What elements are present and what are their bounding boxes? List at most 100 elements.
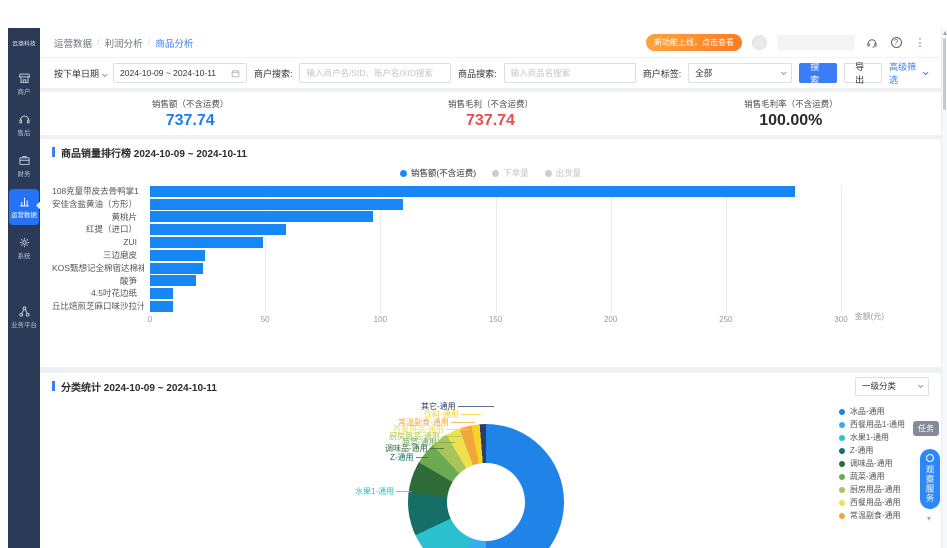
customer-service-icon[interactable] bbox=[865, 36, 879, 50]
storefront-icon bbox=[18, 72, 31, 85]
x-axis-tick: 100 bbox=[374, 315, 387, 324]
pie-legend-item[interactable]: 常温副食-通用 bbox=[839, 509, 905, 522]
pie-legend-item[interactable]: Z-通用 bbox=[839, 444, 905, 457]
pie-callout-label: Z-通用 bbox=[390, 452, 428, 463]
bar-chart: 108克量带皮去骨鸭掌1安佳含盐黄油（方形）黄桃片红提（进口）ZUI三边磨皮KO… bbox=[52, 185, 929, 335]
legend-label: 西餐用品-通用 bbox=[850, 497, 901, 508]
org-nodes-icon bbox=[18, 305, 31, 318]
breadcrumb-separator: / bbox=[97, 37, 100, 48]
sidebar: 云商科技 商户 售后 财务 运营数据 系统 bbox=[8, 28, 40, 548]
legend-label: 西餐用品1-通用 bbox=[850, 419, 905, 430]
pie-legend-item[interactable]: 厨房用品-通用 bbox=[839, 483, 905, 496]
avatar[interactable] bbox=[752, 35, 767, 50]
legend-scroll-down-icon[interactable]: ▾ bbox=[927, 514, 931, 523]
chevron-down-icon bbox=[918, 382, 924, 388]
bar[interactable] bbox=[150, 199, 403, 210]
x-axis-unit-label: 金额(元) bbox=[855, 311, 884, 322]
stat-gross-margin: 销售毛利率（不含运费） 100.00% bbox=[641, 92, 941, 135]
breadcrumb-item-current: 商品分析 bbox=[155, 36, 193, 50]
scrollbar-up-arrow[interactable] bbox=[943, 31, 947, 35]
sidebar-item-business-platform[interactable]: 业务平台 bbox=[9, 299, 39, 335]
bar[interactable] bbox=[150, 250, 205, 261]
breadcrumb-item[interactable]: 利润分析 bbox=[105, 36, 143, 50]
service-float-button[interactable]: 观察服务 bbox=[920, 449, 940, 509]
merchant-search-input[interactable] bbox=[306, 68, 444, 78]
merchant-tag-value: 全部 bbox=[695, 67, 712, 79]
merchant-tag-select[interactable]: 全部 bbox=[688, 63, 792, 83]
legend-dot bbox=[839, 435, 845, 441]
sidebar-item-merchant[interactable]: 商户 bbox=[9, 66, 39, 102]
kebab-menu-icon[interactable]: ⋮ bbox=[913, 36, 927, 50]
pie-legend-item[interactable]: 冰品-通用 bbox=[839, 405, 905, 418]
bar[interactable] bbox=[150, 288, 173, 299]
stat-label: 销售额（不含运费） bbox=[152, 98, 229, 110]
legend-dot bbox=[839, 409, 845, 415]
legend-item-sales[interactable]: 销售额(不含运费) bbox=[400, 167, 476, 179]
legend-dot bbox=[492, 170, 499, 177]
chevron-down-icon bbox=[923, 70, 928, 75]
callout-leader-line bbox=[461, 414, 481, 415]
bar-row bbox=[150, 185, 841, 198]
bar[interactable] bbox=[150, 301, 173, 312]
scrollbar-thumb[interactable] bbox=[943, 38, 946, 110]
category-level-select[interactable]: 一级分类 bbox=[855, 377, 929, 396]
bar[interactable] bbox=[150, 263, 203, 274]
x-axis-tick: 250 bbox=[719, 315, 732, 324]
new-feature-badge[interactable]: 新功能上线，点击查看 bbox=[646, 34, 742, 51]
stat-label: 销售毛利（不含运费） bbox=[448, 98, 533, 110]
topbar-right: 新功能上线，点击查看 ? ⋮ bbox=[646, 34, 927, 51]
pie-legend-item[interactable]: 西餐用品-通用 bbox=[839, 496, 905, 509]
username-redacted bbox=[777, 35, 855, 50]
callout-leader-line bbox=[416, 457, 428, 458]
topbar: 运营数据 / 利润分析 / 商品分析 新功能上线，点击查看 ? ⋮ bbox=[40, 28, 941, 58]
merchant-search-label: 商户搜索: bbox=[254, 67, 293, 80]
bar-category-label: 三边磨皮 bbox=[52, 249, 144, 262]
merchant-search-field bbox=[299, 63, 451, 83]
bar[interactable] bbox=[150, 211, 373, 222]
service-button-label: 观察服务 bbox=[924, 465, 936, 503]
card-title-row: 商品销量排行榜 2024-10-09 ~ 2024-10-11 bbox=[40, 139, 941, 165]
bar[interactable] bbox=[150, 237, 263, 248]
filter-bar: 按下单日期 2024-10-09 ~ 2024-10-11 商户搜索: 商品搜索… bbox=[40, 58, 941, 88]
legend-label: Z-通用 bbox=[850, 445, 874, 456]
bar-category-label: 丘比焙煎芝麻口味沙拉汁 bbox=[52, 300, 144, 313]
sidebar-item-operations-data[interactable]: 运营数据 bbox=[9, 189, 39, 225]
sidebar-item-label: 财务 bbox=[18, 169, 31, 178]
sidebar-item-system[interactable]: 系统 bbox=[9, 230, 39, 266]
page-scrollbar[interactable] bbox=[941, 28, 947, 548]
pie-legend-item[interactable]: 调味品-通用 bbox=[839, 457, 905, 470]
legend-dot bbox=[839, 448, 845, 454]
bar-chart-legend: 销售额(不含运费) 下单量 出货量 bbox=[40, 167, 941, 179]
breadcrumb-item[interactable]: 运营数据 bbox=[54, 36, 92, 50]
x-axis-tick: 50 bbox=[261, 315, 270, 324]
export-button[interactable]: 导出 bbox=[844, 63, 882, 83]
bar-row bbox=[150, 223, 841, 236]
legend-item-shipments[interactable]: 出货量 bbox=[545, 167, 582, 179]
bar[interactable] bbox=[150, 224, 286, 235]
bar[interactable] bbox=[150, 275, 196, 286]
headset-icon bbox=[18, 113, 31, 126]
date-type-dropdown[interactable]: 按下单日期 bbox=[54, 67, 106, 80]
product-ranking-card: 商品销量排行榜 2024-10-09 ~ 2024-10-11 销售额(不含运费… bbox=[40, 139, 941, 367]
help-icon[interactable]: ? bbox=[889, 36, 903, 50]
pie-legend-item[interactable]: 西餐用品1-通用 bbox=[839, 418, 905, 431]
legend-item-orders[interactable]: 下单量 bbox=[492, 167, 529, 179]
pie-legend-item[interactable]: 水果1-通用 bbox=[839, 431, 905, 444]
legend-label: 常温副食-通用 bbox=[850, 510, 901, 521]
sidebar-item-label: 系统 bbox=[18, 251, 31, 260]
service-icon bbox=[926, 454, 934, 462]
pie-legend-item[interactable]: 蔬菜-通用 bbox=[839, 470, 905, 483]
sidebar-item-aftersales[interactable]: 售后 bbox=[9, 107, 39, 143]
search-button[interactable]: 搜索 bbox=[799, 63, 837, 83]
date-range-value: 2024-10-09 ~ 2024-10-11 bbox=[120, 68, 216, 78]
x-axis-tick: 0 bbox=[148, 315, 152, 324]
pie-callout-label: 水果1-通用 bbox=[355, 486, 412, 497]
gear-icon bbox=[18, 236, 31, 249]
advanced-filter-toggle[interactable]: 高级筛选 bbox=[889, 60, 927, 86]
task-tag[interactable]: 任务 bbox=[913, 421, 939, 436]
bar[interactable] bbox=[150, 186, 795, 197]
product-search-input[interactable] bbox=[511, 68, 629, 78]
sidebar-item-finance[interactable]: 财务 bbox=[9, 148, 39, 184]
legend-label: 调味品-通用 bbox=[850, 458, 893, 469]
date-range-input[interactable]: 2024-10-09 ~ 2024-10-11 bbox=[113, 63, 247, 83]
